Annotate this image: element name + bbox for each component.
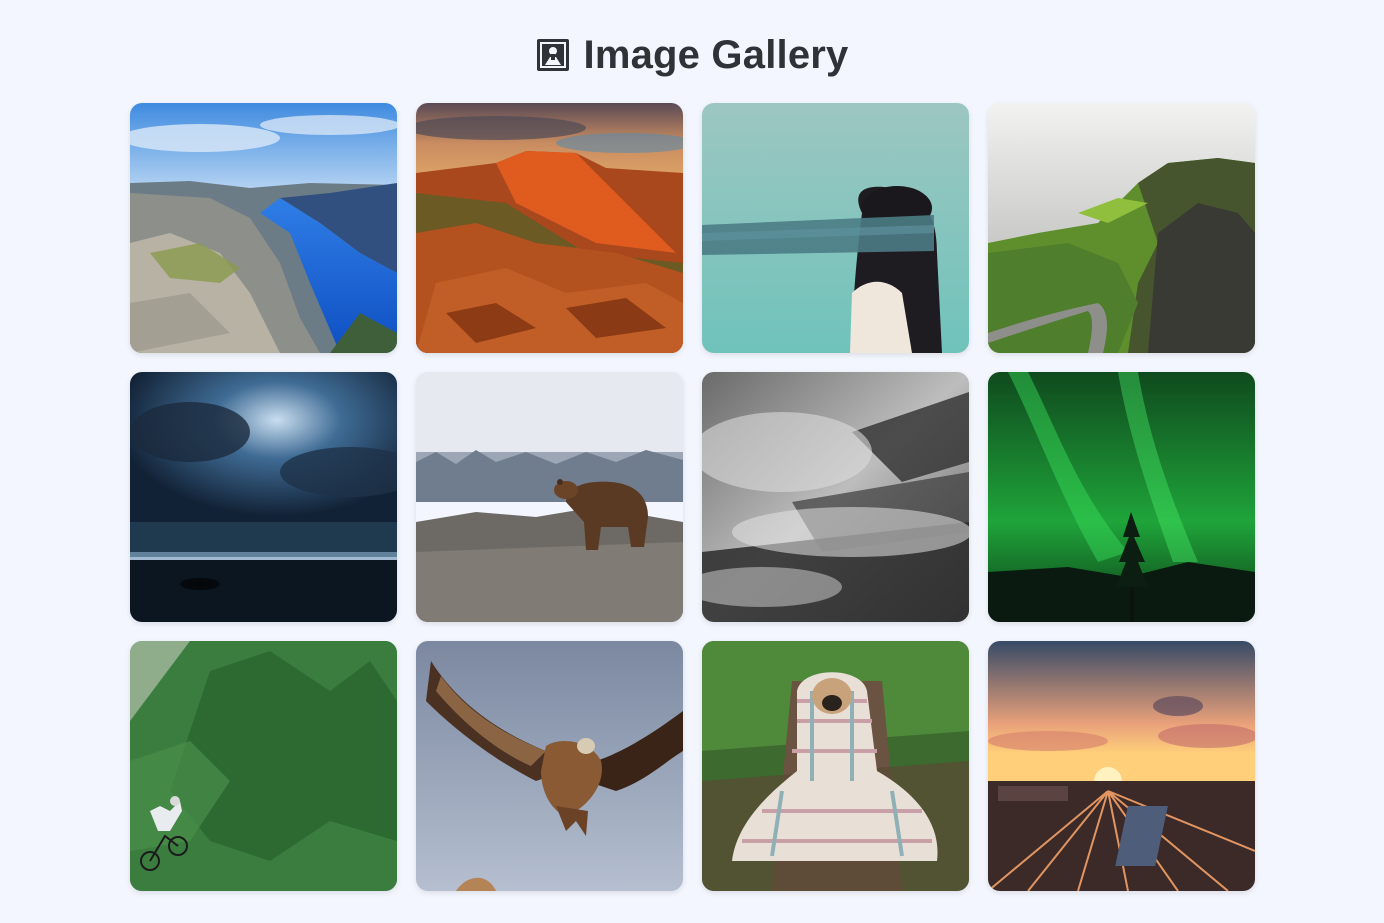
gallery-image-fjord-cliff[interactable]	[130, 103, 397, 353]
gallery-image-red-rock-mesa[interactable]	[416, 103, 683, 353]
gallery-image-forest-biker[interactable]	[130, 641, 397, 891]
page-title: Image Gallery	[583, 32, 849, 77]
gallery-image-green-aurora[interactable]	[988, 372, 1255, 622]
gallery-image-pug-blanket[interactable]	[702, 641, 969, 891]
gallery-image-blindfolded-woman[interactable]	[702, 103, 969, 353]
gallery-image-misty-forest[interactable]	[702, 372, 969, 622]
image-grid	[130, 103, 1255, 891]
gallery-header: Image Gallery	[0, 30, 1384, 80]
gallery-image-railyard-sunset[interactable]	[988, 641, 1255, 891]
framed-picture-icon	[536, 38, 570, 72]
gallery-image-stormy-sea[interactable]	[130, 372, 397, 622]
gallery-image-green-cliffs-road[interactable]	[988, 103, 1255, 353]
gallery-page: Image Gallery	[0, 0, 1384, 923]
gallery-image-brown-bear[interactable]	[416, 372, 683, 622]
gallery-image-vulture-flight[interactable]	[416, 641, 683, 891]
